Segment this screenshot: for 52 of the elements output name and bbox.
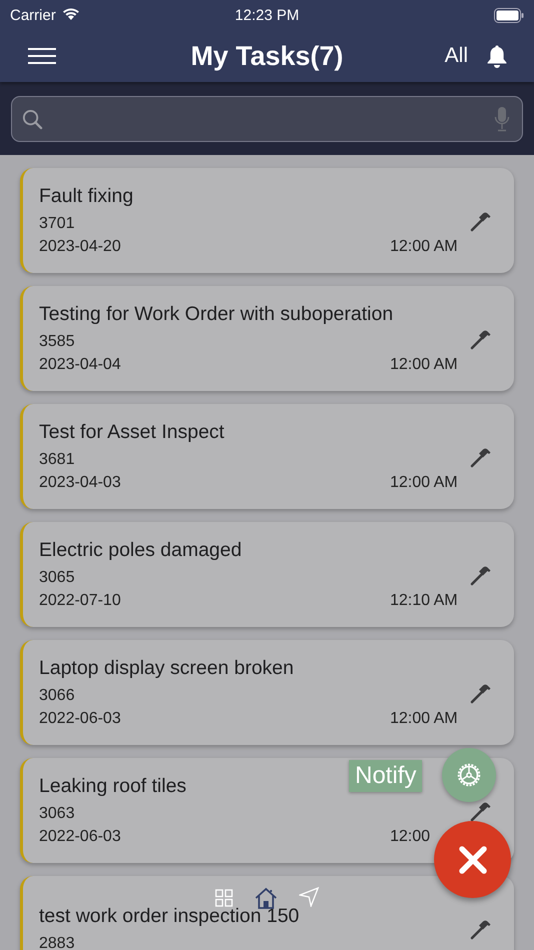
close-icon	[458, 844, 488, 874]
battery-icon	[494, 8, 524, 22]
task-date: 2023-04-20	[39, 238, 121, 256]
filter-button[interactable]: All	[444, 44, 468, 68]
menu-button[interactable]	[28, 48, 56, 64]
carrier-name: Carrier	[10, 6, 56, 24]
task-card[interactable]: Laptop display screen broken 3066 2022-06-03 12:00 AM	[20, 640, 514, 745]
hammer-icon[interactable]	[470, 210, 492, 232]
hammer-icon[interactable]	[470, 682, 492, 704]
task-number: 3066	[39, 687, 75, 705]
search-field[interactable]	[11, 96, 523, 142]
home-icon[interactable]	[254, 887, 278, 909]
task-title: Test for Asset Inspect	[39, 421, 224, 444]
task-card[interactable]: Testing for Work Order with suboperation 3585 2023-04-04 12:00 AM	[20, 286, 514, 391]
task-time: 12:00 AM	[390, 356, 459, 374]
hammer-icon[interactable]	[470, 446, 492, 468]
task-date: 2022-06-03	[39, 828, 121, 846]
task-time: 12:10 AM	[390, 592, 459, 610]
wifi-icon	[60, 6, 81, 20]
task-title: Leaking roof tiles	[39, 775, 186, 798]
task-title: Fault fixing	[39, 185, 134, 208]
task-number: 3681	[39, 451, 75, 469]
task-time: 12:00	[390, 828, 432, 846]
hammer-icon[interactable]	[470, 800, 492, 822]
task-number: 3701	[39, 215, 75, 233]
task-number: 3063	[39, 805, 75, 823]
screen-title: My Tasks(7)	[190, 40, 344, 72]
search-icon	[22, 108, 43, 130]
hammer-icon[interactable]	[470, 564, 492, 586]
status-time: 12:23 PM	[234, 6, 300, 24]
task-time: 12:00 AM	[390, 238, 459, 256]
task-card[interactable]: Fault fixing 3701 2023-04-20 12:00 AM	[20, 168, 514, 273]
hammer-icon[interactable]	[470, 328, 492, 350]
task-title: test work order inspection 150	[39, 904, 300, 928]
task-time: 12:00 AM	[390, 710, 459, 728]
task-title: Laptop display screen broken	[39, 657, 294, 680]
task-date: 2023-04-04	[39, 356, 121, 374]
task-time: 12:00 AM	[390, 474, 459, 492]
task-date: 2022-07-10	[39, 592, 121, 610]
task-number: 3065	[39, 569, 75, 587]
task-card[interactable]: Test for Asset Inspect 3681 2023-04-03 12:00 AM	[20, 404, 514, 509]
task-title: Electric poles damaged	[39, 539, 242, 562]
task-date: 2023-04-03	[39, 474, 121, 492]
hammer-icon[interactable]	[470, 918, 492, 940]
task-card[interactable]: test work order inspection 150 2883	[20, 876, 514, 950]
menu-icon	[28, 48, 56, 64]
bell-icon[interactable]	[486, 44, 508, 68]
task-number: 3585	[39, 333, 75, 351]
task-number: 2883	[39, 934, 75, 950]
task-title: Testing for Work Order with suboperation	[39, 303, 394, 326]
task-card[interactable]: Electric poles damaged 3065 2022-07-10 12:10 AM	[20, 522, 514, 627]
task-date: 2022-06-03	[39, 710, 121, 728]
